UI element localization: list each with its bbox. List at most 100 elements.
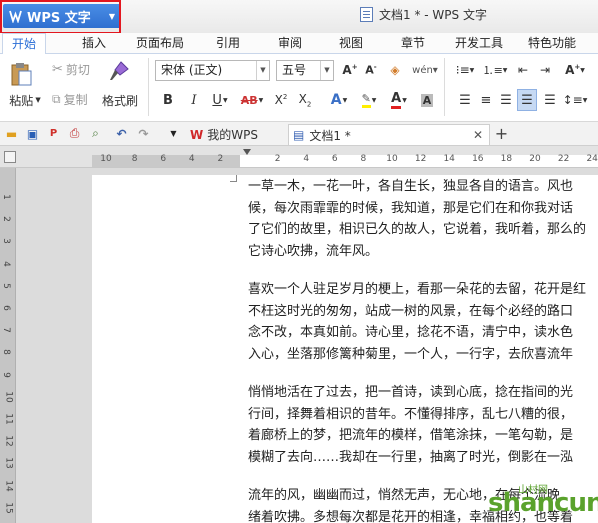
paste-button[interactable] bbox=[8, 60, 34, 88]
undo-icon[interactable]: ↶ bbox=[114, 126, 129, 141]
document-icon: ▤ bbox=[293, 128, 305, 142]
bullet-list-icon: ⁝≡ bbox=[455, 63, 470, 77]
align-right-button[interactable]: ☰ bbox=[497, 90, 515, 110]
font-family-value: 宋体 (正文) bbox=[161, 63, 223, 77]
italic-button[interactable]: I bbox=[186, 90, 202, 110]
format-painter-button[interactable] bbox=[106, 58, 132, 84]
subscript-button[interactable]: X2 bbox=[296, 90, 314, 110]
tab-developer[interactable]: 开发工具 bbox=[455, 33, 503, 54]
text-line: 着廊桥上的梦，把流年的模样，借笔涂抹，一笔勾勒，是 bbox=[248, 428, 574, 443]
window-title-text: 文档1 * - WPS 文字 bbox=[379, 8, 487, 22]
document-page[interactable]: 一草一木，一花一叶，各自生长，独显各自的语言。风也 候，每次雨霏霏的时候，我知道… bbox=[92, 175, 598, 523]
strikethrough-button[interactable]: AB ▼ bbox=[238, 90, 266, 110]
title-bar: WPS 文字 ▼ 文档1 * - WPS 文字 bbox=[0, 0, 598, 34]
print-icon[interactable]: ⎙ bbox=[67, 126, 82, 141]
ruler-tick-label: 18 bbox=[500, 154, 513, 164]
grow-font-button[interactable]: A+ bbox=[341, 60, 359, 80]
save-icon[interactable]: ▣ bbox=[25, 126, 40, 141]
text-line: 了它们的故里，相识已久的故人，它说着，我听着，那么的 bbox=[248, 222, 587, 237]
highlight-box bbox=[0, 0, 121, 34]
align-center-button[interactable]: ≡ bbox=[477, 90, 495, 110]
first-line-indent-marker[interactable] bbox=[243, 149, 251, 155]
align-left-icon: ☰ bbox=[459, 92, 471, 108]
highlighter-icon: ✎ bbox=[361, 92, 371, 108]
ruler-tick-label: 5 bbox=[0, 282, 11, 289]
paragraph[interactable]: 一草一木，一花一叶，各自生长，独显各自的语言。风也 候，每次雨霏霏的时候，我知道… bbox=[248, 176, 598, 262]
font-color-button[interactable]: A ▼ bbox=[386, 90, 412, 110]
tab-review[interactable]: 审阅 bbox=[278, 33, 302, 54]
close-icon[interactable]: ✕ bbox=[473, 128, 483, 142]
text-line: 它诗心吹拂，流年风。 bbox=[248, 243, 379, 259]
paragraph[interactable]: 悄悄地活在了过去，把一首诗，读到心底，捻在指间的光 行间，择舞着相识的昔年。不懂… bbox=[248, 382, 598, 468]
bold-icon: B bbox=[163, 92, 173, 108]
tab-stop-selector[interactable] bbox=[4, 151, 16, 163]
text-effect-button[interactable]: A ▼ bbox=[326, 90, 352, 110]
ruler-tick-label: 14 bbox=[443, 154, 455, 164]
align-left-button[interactable]: ☰ bbox=[456, 90, 474, 110]
new-tab-icon[interactable]: + bbox=[494, 124, 509, 143]
superscript-button[interactable]: X2 bbox=[272, 90, 290, 110]
paragraph[interactable]: 喜欢一个人驻足岁月的梗上，看那一朵花的去留，花开是红 不枉这时光的匆匆，站成一树… bbox=[248, 279, 598, 365]
ruler-tick-label: 24 bbox=[586, 154, 598, 164]
chinese-layout-button[interactable]: A+ ▼ bbox=[562, 60, 588, 80]
wps-logo-icon: W bbox=[190, 127, 204, 142]
decrease-indent-button[interactable]: ⇤ bbox=[514, 60, 532, 80]
underline-button[interactable]: U ▼ bbox=[208, 90, 232, 110]
align-center-icon: ≡ bbox=[480, 92, 492, 108]
distributed-icon: ☰ bbox=[544, 92, 556, 108]
tab-insert[interactable]: 插入 bbox=[82, 33, 106, 54]
highlight-button[interactable]: ✎ ▼ bbox=[356, 90, 382, 110]
ribbon-home: 粘贴 ▼ ✂ 剪切 ⧉ 复制 格式刷 宋体 (正文) ▼ 五号 ▼ A+ A- ◈… bbox=[0, 54, 598, 122]
line-spacing-icon: ↕≡ bbox=[562, 93, 583, 107]
tab-chapter[interactable]: 章节 bbox=[401, 33, 425, 54]
document-tab-label: 我的WPS bbox=[207, 128, 258, 142]
ruler-tick-label: 4 bbox=[0, 260, 11, 267]
superscript-icon: X2 bbox=[274, 93, 288, 107]
distributed-button[interactable]: ☰ bbox=[541, 90, 559, 110]
tab-references[interactable]: 引用 bbox=[216, 33, 240, 54]
document-icon bbox=[360, 7, 373, 22]
bullet-list-button[interactable]: ⁝≡ ▼ bbox=[452, 60, 478, 80]
print-preview-icon[interactable]: ⌕ bbox=[88, 126, 103, 141]
paste-label-button[interactable]: 粘贴 ▼ bbox=[8, 92, 42, 108]
format-painter-label-button[interactable]: 格式刷 bbox=[102, 92, 138, 108]
text-line: 念不改，本真如前。诗心里，捻花不语，清宁中，读水色 bbox=[248, 325, 574, 340]
export-pdf-icon[interactable]: P bbox=[46, 126, 61, 141]
subscript-icon: X2 bbox=[298, 91, 312, 109]
outdent-icon: ⇤ bbox=[517, 63, 529, 77]
font-size-combo[interactable]: 五号 ▼ bbox=[276, 60, 334, 81]
document-tab-my-wps[interactable]: W 我的WPS bbox=[186, 124, 286, 145]
paste-icon bbox=[11, 63, 32, 86]
justify-button[interactable]: ☰ bbox=[517, 89, 537, 111]
tab-view[interactable]: 视图 bbox=[339, 33, 363, 54]
increase-indent-button[interactable]: ⇥ bbox=[536, 60, 554, 80]
char-shading-icon: A bbox=[420, 93, 434, 107]
clear-format-button[interactable]: ◈ bbox=[386, 60, 404, 80]
phonetic-guide-icon: wén▾ bbox=[412, 64, 438, 76]
cut-label: 剪切 bbox=[65, 62, 90, 77]
numbered-list-button[interactable]: ⒈≡ ▼ bbox=[482, 60, 508, 80]
chevron-down-icon[interactable]: ▼ bbox=[166, 126, 181, 141]
window-title: 文档1 * - WPS 文字 bbox=[360, 6, 487, 23]
ruler-tick-label: 7 bbox=[0, 327, 11, 334]
cut-button[interactable]: ✂ 剪切 bbox=[52, 60, 90, 78]
ruler-tick-label: 6 bbox=[331, 154, 338, 164]
text-line: 喜欢一个人驻足岁月的梗上，看那一朵花的去留，花开是红 bbox=[248, 282, 587, 297]
tab-page-layout[interactable]: 页面布局 bbox=[136, 33, 184, 54]
font-family-combo[interactable]: 宋体 (正文) ▼ bbox=[155, 60, 270, 81]
redo-icon[interactable]: ↷ bbox=[136, 126, 151, 141]
ruler-tick-label: 10 bbox=[100, 154, 112, 164]
phonetic-guide-button[interactable]: wén▾ bbox=[411, 60, 439, 80]
copy-button[interactable]: ⧉ 复制 bbox=[52, 90, 88, 108]
bold-button[interactable]: B bbox=[160, 90, 176, 110]
tab-home[interactable]: 开始 bbox=[2, 33, 47, 55]
tab-special-features[interactable]: 特色功能 bbox=[528, 33, 576, 54]
open-folder-icon[interactable]: ▬ bbox=[4, 126, 19, 141]
font-size-value: 五号 bbox=[282, 63, 307, 77]
char-shading-button[interactable]: A bbox=[418, 90, 436, 110]
line-spacing-button[interactable]: ↕≡ ▼ bbox=[562, 90, 588, 110]
shrink-font-button[interactable]: A- bbox=[362, 60, 380, 80]
align-right-icon: ☰ bbox=[500, 92, 512, 108]
document-tab-active[interactable]: ▤ 文档1 * ✕ bbox=[288, 124, 490, 145]
ruler-tick-label: 1 bbox=[0, 194, 11, 200]
